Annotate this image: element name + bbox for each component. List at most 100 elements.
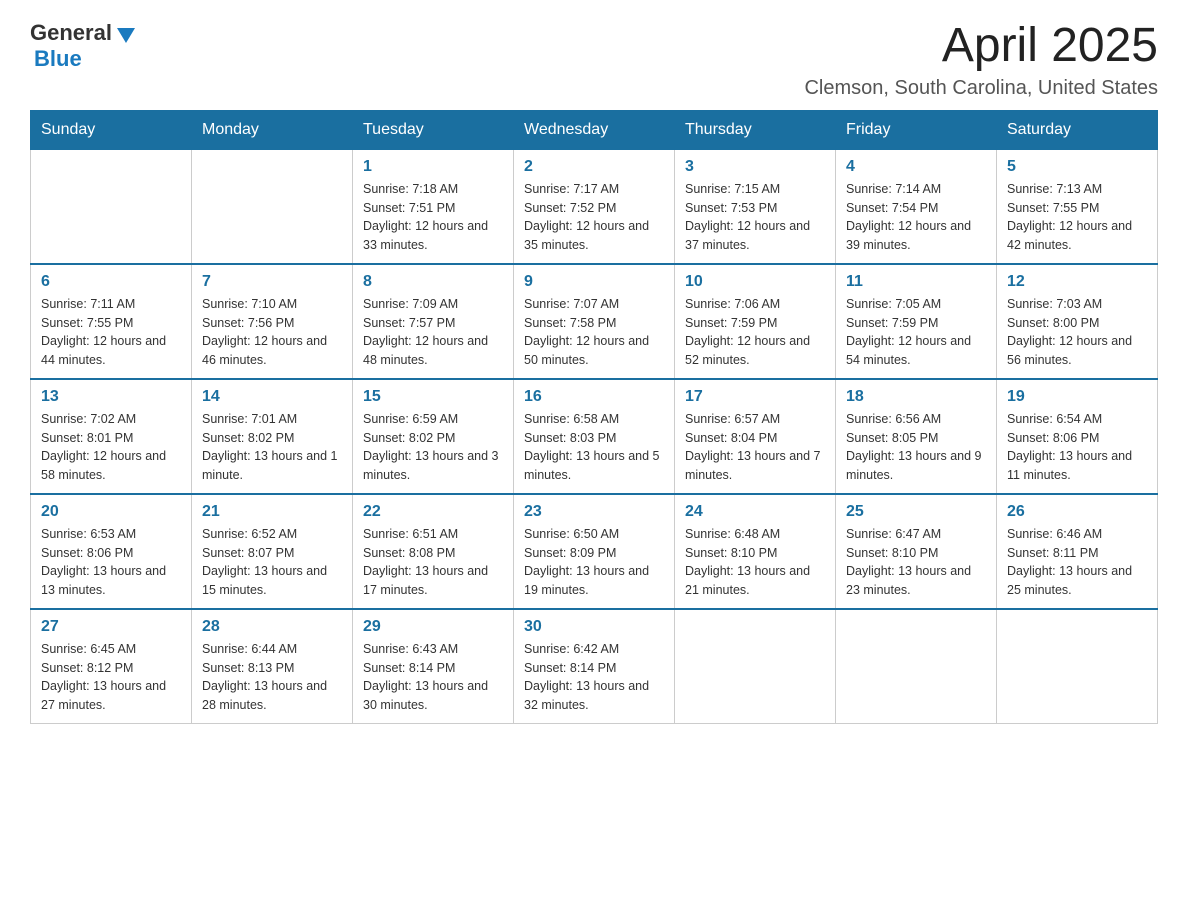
- day-info: Sunrise: 7:10 AMSunset: 7:56 PMDaylight:…: [202, 295, 342, 370]
- header-friday: Friday: [836, 110, 997, 149]
- header-thursday: Thursday: [675, 110, 836, 149]
- calendar-cell: 10Sunrise: 7:06 AMSunset: 7:59 PMDayligh…: [675, 264, 836, 379]
- day-info: Sunrise: 7:01 AMSunset: 8:02 PMDaylight:…: [202, 410, 342, 485]
- calendar-cell: 19 Sunrise: 6:54 AMSunset: 8:06 PMDayligh…: [997, 379, 1158, 494]
- calendar-cell: 24 Sunrise: 6:48 AMSunset: 8:10 PMDayligh…: [675, 494, 836, 609]
- day-number: 21: [202, 503, 342, 521]
- day-number: 28: [202, 618, 342, 636]
- logo-blue-text: Blue: [34, 46, 82, 72]
- location-subtitle: Clemson, South Carolina, United States: [804, 77, 1158, 100]
- day-number: 23: [524, 503, 664, 521]
- day-info: Sunrise: 6:45 AMSunset: 8:12 PMDaylight:…: [41, 640, 181, 715]
- day-number: 5: [1007, 158, 1147, 176]
- calendar-cell: 15Sunrise: 6:59 AMSunset: 8:02 PMDayligh…: [353, 379, 514, 494]
- day-number: 11: [846, 273, 986, 291]
- day-info: Sunrise: 7:15 AMSunset: 7:53 PMDaylight:…: [685, 180, 825, 255]
- calendar-cell: 21 Sunrise: 6:52 AMSunset: 8:07 PMDayligh…: [192, 494, 353, 609]
- day-number: 20: [41, 503, 181, 521]
- logo-triangle-icon: [117, 28, 135, 43]
- day-info: Sunrise: 7:02 AMSunset: 8:01 PMDaylight:…: [41, 410, 181, 485]
- header-wednesday: Wednesday: [514, 110, 675, 149]
- day-info: Sunrise: 6:51 AMSunset: 8:08 PMDaylight:…: [363, 525, 503, 600]
- day-number: 17: [685, 388, 825, 406]
- calendar-cell: [31, 149, 192, 264]
- calendar-week-row: 27 Sunrise: 6:45 AMSunset: 8:12 PMDayligh…: [31, 609, 1158, 724]
- day-number: 1: [363, 158, 503, 176]
- calendar-cell: [192, 149, 353, 264]
- calendar-cell: [836, 609, 997, 724]
- day-number: 15: [363, 388, 503, 406]
- day-number: 7: [202, 273, 342, 291]
- calendar-cell: 14 Sunrise: 7:01 AMSunset: 8:02 PMDayligh…: [192, 379, 353, 494]
- title-area: April 2025 Clemson, South Carolina, Unit…: [804, 20, 1158, 100]
- day-info: Sunrise: 6:43 AMSunset: 8:14 PMDaylight:…: [363, 640, 503, 715]
- calendar-cell: 1 Sunrise: 7:18 AMSunset: 7:51 PMDaylight…: [353, 149, 514, 264]
- day-info: Sunrise: 7:06 AMSunset: 7:59 PMDaylight:…: [685, 295, 825, 370]
- day-number: 24: [685, 503, 825, 521]
- calendar-cell: 12 Sunrise: 7:03 AMSunset: 8:00 PMDayligh…: [997, 264, 1158, 379]
- day-info: Sunrise: 7:18 AMSunset: 7:51 PMDaylight:…: [363, 180, 503, 255]
- calendar-cell: 4 Sunrise: 7:14 AMSunset: 7:54 PMDaylight…: [836, 149, 997, 264]
- day-info: Sunrise: 6:53 AMSunset: 8:06 PMDaylight:…: [41, 525, 181, 600]
- day-number: 27: [41, 618, 181, 636]
- header-sunday: Sunday: [31, 110, 192, 149]
- day-number: 22: [363, 503, 503, 521]
- calendar-cell: 25Sunrise: 6:47 AMSunset: 8:10 PMDayligh…: [836, 494, 997, 609]
- calendar-cell: 13Sunrise: 7:02 AMSunset: 8:01 PMDayligh…: [31, 379, 192, 494]
- page-header: General Blue April 2025 Clemson, South C…: [30, 20, 1158, 100]
- day-info: Sunrise: 6:56 AMSunset: 8:05 PMDaylight:…: [846, 410, 986, 485]
- day-info: Sunrise: 7:05 AMSunset: 7:59 PMDaylight:…: [846, 295, 986, 370]
- day-info: Sunrise: 6:44 AMSunset: 8:13 PMDaylight:…: [202, 640, 342, 715]
- calendar-cell: 29 Sunrise: 6:43 AMSunset: 8:14 PMDayligh…: [353, 609, 514, 724]
- day-number: 12: [1007, 273, 1147, 291]
- day-info: Sunrise: 7:14 AMSunset: 7:54 PMDaylight:…: [846, 180, 986, 255]
- day-number: 3: [685, 158, 825, 176]
- day-info: Sunrise: 6:52 AMSunset: 8:07 PMDaylight:…: [202, 525, 342, 600]
- header-monday: Monday: [192, 110, 353, 149]
- day-number: 14: [202, 388, 342, 406]
- day-number: 18: [846, 388, 986, 406]
- calendar-cell: 26Sunrise: 6:46 AMSunset: 8:11 PMDayligh…: [997, 494, 1158, 609]
- day-info: Sunrise: 6:54 AMSunset: 8:06 PMDaylight:…: [1007, 410, 1147, 485]
- day-info: Sunrise: 7:03 AMSunset: 8:00 PMDaylight:…: [1007, 295, 1147, 370]
- calendar-cell: 28 Sunrise: 6:44 AMSunset: 8:13 PMDayligh…: [192, 609, 353, 724]
- calendar-cell: 2Sunrise: 7:17 AMSunset: 7:52 PMDaylight…: [514, 149, 675, 264]
- calendar-cell: [675, 609, 836, 724]
- calendar-week-row: 6Sunrise: 7:11 AMSunset: 7:55 PMDaylight…: [31, 264, 1158, 379]
- calendar-cell: 23 Sunrise: 6:50 AMSunset: 8:09 PMDayligh…: [514, 494, 675, 609]
- calendar-cell: 11 Sunrise: 7:05 AMSunset: 7:59 PMDayligh…: [836, 264, 997, 379]
- calendar-cell: 20 Sunrise: 6:53 AMSunset: 8:06 PMDayligh…: [31, 494, 192, 609]
- calendar-week-row: 20 Sunrise: 6:53 AMSunset: 8:06 PMDayligh…: [31, 494, 1158, 609]
- day-info: Sunrise: 6:50 AMSunset: 8:09 PMDaylight:…: [524, 525, 664, 600]
- day-number: 29: [363, 618, 503, 636]
- month-year-title: April 2025: [804, 20, 1158, 73]
- day-number: 8: [363, 273, 503, 291]
- day-info: Sunrise: 6:42 AMSunset: 8:14 PMDaylight:…: [524, 640, 664, 715]
- calendar-cell: 16Sunrise: 6:58 AMSunset: 8:03 PMDayligh…: [514, 379, 675, 494]
- calendar-cell: [997, 609, 1158, 724]
- day-info: Sunrise: 7:11 AMSunset: 7:55 PMDaylight:…: [41, 295, 181, 370]
- day-info: Sunrise: 7:09 AMSunset: 7:57 PMDaylight:…: [363, 295, 503, 370]
- calendar-week-row: 1 Sunrise: 7:18 AMSunset: 7:51 PMDaylight…: [31, 149, 1158, 264]
- calendar-week-row: 13Sunrise: 7:02 AMSunset: 8:01 PMDayligh…: [31, 379, 1158, 494]
- calendar-cell: 6Sunrise: 7:11 AMSunset: 7:55 PMDaylight…: [31, 264, 192, 379]
- calendar-cell: 3 Sunrise: 7:15 AMSunset: 7:53 PMDaylight…: [675, 149, 836, 264]
- calendar-header-row: Sunday Monday Tuesday Wednesday Thursday…: [31, 110, 1158, 149]
- day-info: Sunrise: 6:46 AMSunset: 8:11 PMDaylight:…: [1007, 525, 1147, 600]
- header-tuesday: Tuesday: [353, 110, 514, 149]
- day-number: 2: [524, 158, 664, 176]
- calendar-cell: 18 Sunrise: 6:56 AMSunset: 8:05 PMDayligh…: [836, 379, 997, 494]
- calendar-cell: 27 Sunrise: 6:45 AMSunset: 8:12 PMDayligh…: [31, 609, 192, 724]
- day-number: 16: [524, 388, 664, 406]
- calendar-cell: 22 Sunrise: 6:51 AMSunset: 8:08 PMDayligh…: [353, 494, 514, 609]
- day-number: 19: [1007, 388, 1147, 406]
- header-saturday: Saturday: [997, 110, 1158, 149]
- calendar-cell: 8 Sunrise: 7:09 AMSunset: 7:57 PMDaylight…: [353, 264, 514, 379]
- calendar-cell: 17Sunrise: 6:57 AMSunset: 8:04 PMDayligh…: [675, 379, 836, 494]
- calendar-cell: 9Sunrise: 7:07 AMSunset: 7:58 PMDaylight…: [514, 264, 675, 379]
- day-info: Sunrise: 6:47 AMSunset: 8:10 PMDaylight:…: [846, 525, 986, 600]
- calendar-table: Sunday Monday Tuesday Wednesday Thursday…: [30, 110, 1158, 724]
- logo: General Blue: [30, 20, 135, 72]
- day-info: Sunrise: 6:48 AMSunset: 8:10 PMDaylight:…: [685, 525, 825, 600]
- day-number: 4: [846, 158, 986, 176]
